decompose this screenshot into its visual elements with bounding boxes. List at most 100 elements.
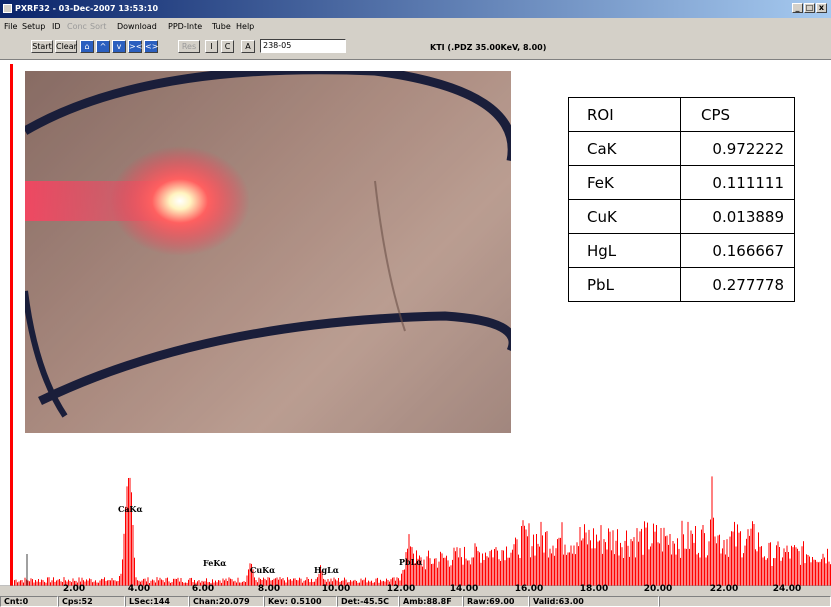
spectrum-bar — [596, 534, 597, 586]
spectrum-bar — [743, 553, 744, 586]
spectrum-bar — [90, 579, 92, 586]
x-tick-label: 12.00 — [386, 584, 416, 594]
spectrum-bar — [714, 536, 716, 586]
spectrum-bar — [575, 554, 576, 586]
spectrum-bar — [416, 550, 417, 586]
x-tick-label: 6.00 — [191, 584, 215, 594]
spectrum-bar — [423, 559, 425, 586]
sample-camera-image — [25, 71, 511, 433]
spectrum-bar — [539, 546, 540, 586]
spectrum-bar — [497, 550, 498, 586]
table-header-row: ROI CPS — [568, 97, 795, 132]
spectrum-bar — [483, 560, 485, 586]
spectrum-bar — [222, 578, 224, 586]
arrows-in-icon: >< — [129, 42, 143, 51]
spectrum-bar — [668, 544, 669, 586]
spectrum-bar — [434, 558, 435, 586]
spectrum-bar — [641, 528, 642, 586]
menu-help[interactable]: Help — [236, 22, 254, 31]
spectrum-bar — [621, 547, 623, 586]
spectrum-bar — [768, 542, 770, 586]
title-bar: PXRF32 - 03-Dec-2007 13:53:10 _ □ x — [0, 0, 831, 18]
spectrum-bar — [104, 577, 105, 586]
c-button[interactable]: C — [221, 40, 234, 53]
spectrum-bar — [711, 476, 713, 586]
spectrum-bar — [744, 545, 746, 586]
menu-id[interactable]: ID — [52, 22, 61, 31]
spectrum-bar — [654, 531, 656, 586]
spectrum-bar — [102, 579, 104, 586]
spectrum-bar — [122, 559, 123, 586]
app-icon[interactable] — [3, 4, 12, 13]
spectrum-bar — [594, 548, 596, 586]
spectrum-bar — [377, 577, 378, 586]
spectrum-bar — [815, 559, 816, 586]
menu-download[interactable]: Download — [117, 22, 157, 31]
spectrum-bar — [650, 546, 651, 586]
collapse-nav-button[interactable]: >< — [128, 40, 142, 53]
spectrum-bar — [746, 538, 747, 586]
spectrum-bar — [318, 573, 320, 586]
spectrum-bar — [590, 540, 591, 586]
minimize-button[interactable]: _ — [792, 3, 803, 13]
spectrum-bar — [681, 520, 683, 586]
spectrum-bar — [479, 552, 480, 586]
status-extra — [659, 596, 831, 607]
home-nav-button[interactable]: ⌂ — [80, 40, 94, 53]
spectrum-bar — [782, 557, 783, 586]
menu-tube[interactable]: Tube — [212, 22, 231, 31]
peak-label-ca: CaKα — [118, 504, 143, 514]
spectrum-bar — [189, 578, 191, 586]
spectrum-bar — [486, 556, 488, 586]
spectrum-bar — [498, 559, 500, 586]
spectrum-bar — [687, 521, 689, 586]
spectrum-bar — [519, 558, 521, 586]
menu-ppd-inte[interactable]: PPD-Inte — [168, 22, 202, 31]
spectrum-bar — [287, 577, 288, 586]
up-nav-button[interactable]: ^ — [96, 40, 110, 53]
spectrum-bar — [129, 477, 131, 586]
spectrum-bar — [824, 557, 825, 586]
spectrum-bar — [620, 542, 621, 586]
spectrum-bar — [786, 545, 788, 586]
spectrum-bar — [572, 553, 573, 586]
spectrum-bar — [482, 553, 483, 586]
spectrum-bar — [540, 521, 542, 586]
spectrum-bar — [588, 529, 590, 586]
expand-nav-button[interactable]: <> — [144, 40, 158, 53]
spectrum-bar — [53, 577, 54, 586]
spectrum-bar — [471, 557, 473, 586]
close-button[interactable]: x — [816, 3, 827, 13]
down-nav-button[interactable]: v — [112, 40, 126, 53]
a-button[interactable]: A — [241, 40, 255, 53]
spectrum-bar — [500, 561, 501, 586]
window-controls: _ □ x — [792, 3, 827, 13]
spectrum-bar — [573, 545, 575, 586]
x-tick-label: 22.00 — [709, 584, 739, 594]
spectrum-bar — [459, 548, 461, 586]
clear-button[interactable]: Clear — [55, 40, 77, 53]
sample-id-field[interactable]: 238-05 — [260, 39, 346, 53]
xrf-spectrum-plot[interactable]: CaKα FeKα CuKα HgLα PbLα — [0, 436, 831, 586]
menu-file[interactable]: File — [4, 22, 17, 31]
spectrum-bar — [443, 557, 444, 586]
spectrum-bar — [806, 554, 807, 586]
spectrum-bar — [696, 554, 698, 586]
spectrum-bar — [525, 529, 527, 586]
status-bar: Cnt:0 Cps:52 LSec:144 Chan:20.079 Kev: 0… — [0, 596, 831, 607]
spectrum-bar — [432, 563, 434, 586]
spectrum-bar — [702, 525, 704, 586]
x-tick-label: 20.00 — [643, 584, 673, 594]
spectrum-bar — [111, 578, 113, 586]
maximize-button[interactable]: □ — [804, 3, 815, 13]
spectrum-bar — [809, 556, 810, 586]
table-row: CuK 0.013889 — [568, 199, 795, 234]
spectrum-bar — [554, 555, 555, 586]
i-button[interactable]: I — [205, 40, 218, 53]
spectrum-bar — [308, 579, 309, 586]
spectrum-bar — [125, 506, 126, 586]
spectrum-bar — [564, 544, 566, 586]
start-button[interactable]: Start — [31, 40, 53, 53]
spectrum-bar — [749, 535, 750, 586]
menu-setup[interactable]: Setup — [22, 22, 45, 31]
